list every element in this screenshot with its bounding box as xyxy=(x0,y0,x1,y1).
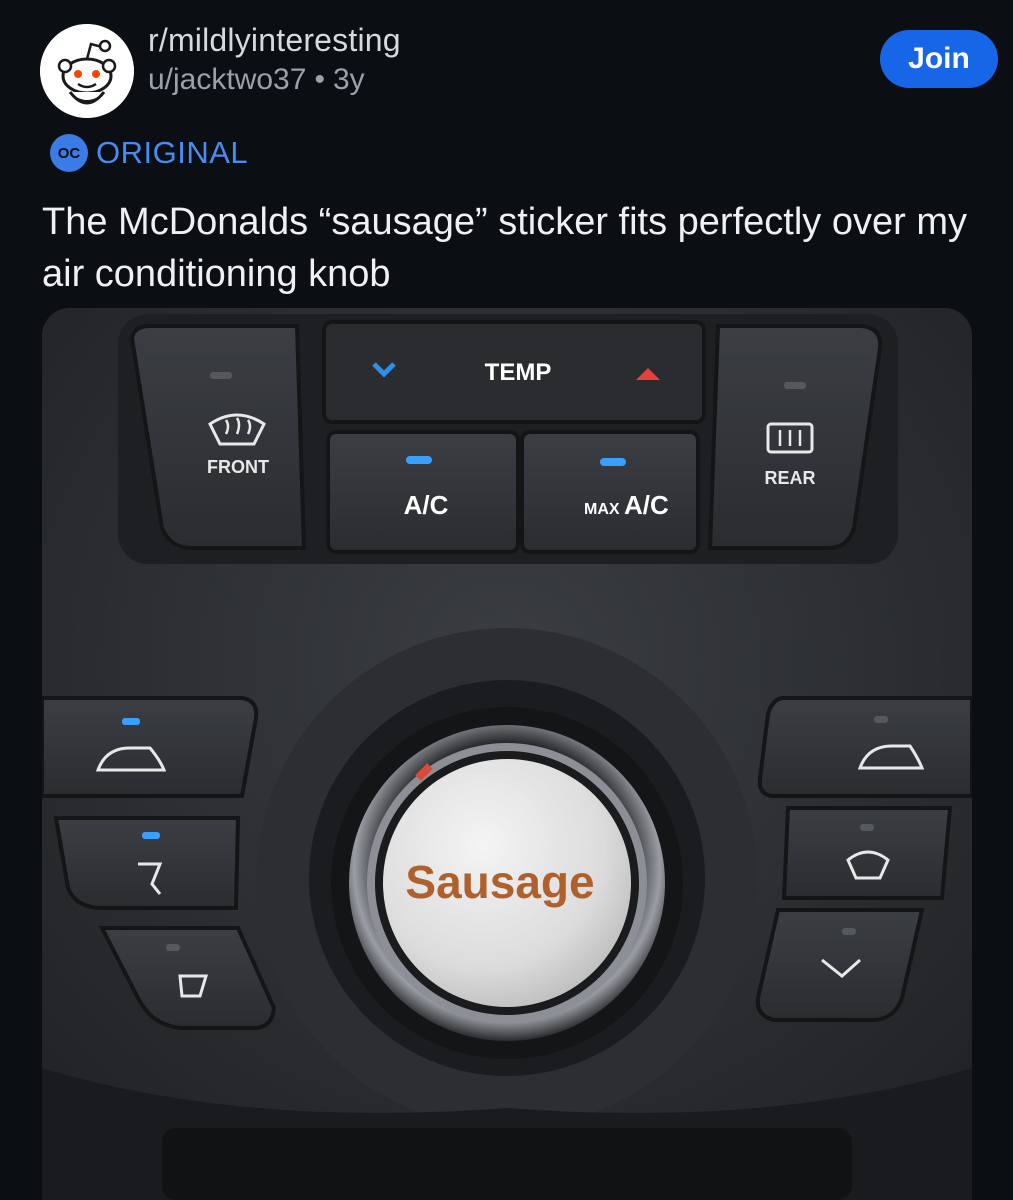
climate-control-photo: FRONT TEMP A/C MAX A/C REAR Sausage xyxy=(42,308,972,1200)
post-header: r/mildlyinteresting u/jacktwo37 • 3y Join xyxy=(38,16,998,118)
byline: u/jacktwo37 • 3y xyxy=(148,63,401,97)
rear-label: REAR xyxy=(764,468,815,488)
oc-badge-icon: OC xyxy=(50,134,88,172)
byline-separator: • xyxy=(314,63,325,96)
post-age: 3y xyxy=(332,63,365,96)
max-ac-label: A/C xyxy=(624,490,669,520)
fan-knob[interactable]: Sausage xyxy=(383,759,631,1007)
mode-floor-button[interactable] xyxy=(755,908,925,1022)
temp-label: TEMP xyxy=(485,359,552,386)
join-button[interactable]: Join xyxy=(880,30,998,88)
rear-defrost-button[interactable]: REAR xyxy=(707,324,883,550)
post-meta: r/mildlyinteresting u/jacktwo37 • 3y xyxy=(148,22,401,97)
mode-bilevel-button[interactable] xyxy=(53,816,241,910)
ac-label: A/C xyxy=(404,490,449,520)
mode-fresh-air-button[interactable] xyxy=(757,696,972,798)
subreddit-avatar[interactable] xyxy=(40,24,134,118)
sticker-text: Sausage xyxy=(405,856,594,908)
front-label: FRONT xyxy=(207,457,269,477)
reddit-snoo-icon xyxy=(40,24,134,118)
post-title[interactable]: The McDonalds “sausage” sticker fits per… xyxy=(42,196,972,300)
author-name[interactable]: u/jacktwo37 xyxy=(148,63,306,96)
ac-button[interactable]: A/C xyxy=(326,430,520,554)
temp-display: TEMP xyxy=(322,320,706,424)
mode-defrost-floor-button[interactable] xyxy=(781,806,953,900)
oc-flair: OC ORIGINAL xyxy=(50,134,248,172)
post-image[interactable]: FRONT TEMP A/C MAX A/C REAR Sausage xyxy=(42,308,972,1200)
max-ac-button[interactable]: MAX A/C xyxy=(520,430,700,554)
mode-face-button[interactable] xyxy=(42,696,259,798)
ac-indicator xyxy=(406,456,432,464)
max-label: MAX xyxy=(584,501,620,518)
subreddit-name[interactable]: r/mildlyinteresting xyxy=(148,22,401,59)
flair-text: ORIGINAL xyxy=(96,135,249,170)
max-ac-indicator xyxy=(600,458,626,466)
